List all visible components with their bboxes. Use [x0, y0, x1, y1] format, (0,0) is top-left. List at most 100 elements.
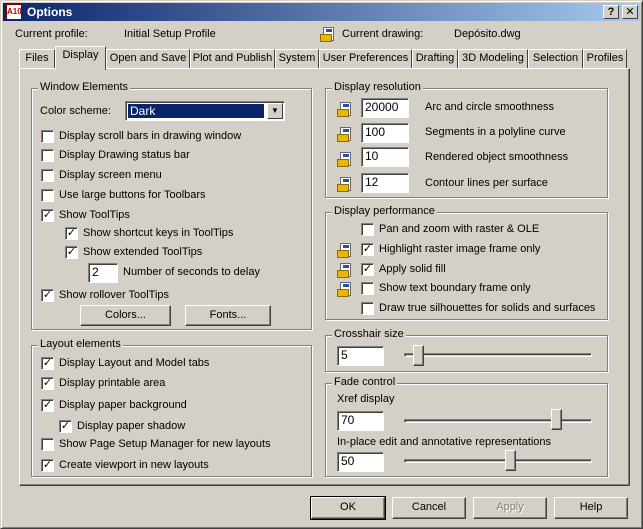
screen-menu-label: Display screen menu: [59, 169, 162, 181]
display-performance-title: Display performance: [332, 205, 437, 217]
polyline-segments-label: Segments in a polyline curve: [425, 126, 566, 138]
paper-background-label: Display paper background: [59, 399, 187, 411]
paper-background-checkbox[interactable]: ✓: [41, 399, 54, 412]
printable-area-checkbox[interactable]: ✓: [41, 377, 54, 390]
shortcut-keys-tooltips-label: Show shortcut keys in ToolTips: [83, 227, 234, 239]
create-viewport-checkbox[interactable]: ✓: [41, 459, 54, 472]
drawing-saved-icon: [337, 102, 353, 118]
contour-lines-input[interactable]: 12: [361, 173, 409, 193]
inplace-edit-slider[interactable]: [504, 450, 516, 471]
xref-display-slider[interactable]: [550, 409, 562, 430]
fonts-button[interactable]: Fonts...: [185, 305, 271, 326]
arc-smoothness-label: Arc and circle smoothness: [425, 101, 554, 113]
tab-3d-modeling[interactable]: 3D Modeling: [458, 49, 528, 68]
solid-fill-checkbox[interactable]: ✓: [361, 263, 374, 276]
tab-plot-and-publish[interactable]: Plot and Publish: [190, 49, 275, 68]
true-silhouettes-checkbox[interactable]: [361, 302, 374, 315]
shortcut-keys-tooltips-checkbox[interactable]: ✓: [65, 227, 78, 240]
page-setup-manager-checkbox[interactable]: [41, 438, 54, 451]
tab-open-and-save[interactable]: Open and Save: [106, 49, 190, 68]
layout-model-tabs-checkbox[interactable]: ✓: [41, 357, 54, 370]
rollover-tooltips-label: Show rollover ToolTips: [59, 289, 170, 301]
create-viewport-label: Create viewport in new layouts: [59, 459, 209, 471]
tab-system[interactable]: System: [275, 49, 319, 68]
drawing-saved-icon: [337, 282, 353, 298]
polyline-segments-input[interactable]: 100: [361, 123, 409, 143]
current-drawing-label: Current drawing:: [342, 28, 424, 40]
tab-selection[interactable]: Selection: [528, 49, 583, 68]
inplace-edit-input[interactable]: 50: [337, 452, 384, 472]
extended-tooltips-label: Show extended ToolTips: [83, 246, 203, 258]
xref-display-label: Xref display: [337, 393, 395, 405]
tab-files[interactable]: Files: [19, 49, 55, 68]
contour-lines-label: Contour lines per surface: [425, 177, 548, 189]
text-boundary-label: Show text boundary frame only: [379, 282, 531, 294]
layout-elements-title: Layout elements: [38, 338, 123, 350]
extended-tooltips-checkbox[interactable]: ✓: [65, 246, 78, 259]
text-boundary-checkbox[interactable]: [361, 282, 374, 295]
scroll-bars-checkbox[interactable]: [41, 130, 54, 143]
colors-button[interactable]: Colors...: [80, 305, 171, 326]
printable-area-label: Display printable area: [59, 377, 166, 389]
tooltip-delay-input[interactable]: 2: [88, 263, 118, 283]
xref-display-input[interactable]: 70: [337, 411, 384, 431]
ok-button[interactable]: OK: [310, 496, 386, 520]
rollover-tooltips-checkbox[interactable]: ✓: [41, 289, 54, 302]
title-bar[interactable]: A10 Options ? ✕: [3, 3, 640, 21]
rendered-smoothness-label: Rendered object smoothness: [425, 151, 569, 163]
display-resolution-title: Display resolution: [332, 81, 423, 93]
window-elements-title: Window Elements: [38, 81, 131, 93]
drawing-saved-icon: [337, 243, 353, 259]
autocad-app-icon: A10: [6, 4, 22, 20]
page-setup-manager-label: Show Page Setup Manager for new layouts: [59, 438, 271, 450]
close-button[interactable]: ✕: [622, 5, 638, 19]
crosshair-size-input[interactable]: 5: [337, 346, 384, 366]
chevron-down-icon[interactable]: ▼: [267, 103, 283, 119]
inplace-edit-label: In-place edit and annotative representat…: [337, 436, 552, 448]
scroll-bars-label: Display scroll bars in drawing window: [59, 130, 242, 142]
drawing-status-bar-checkbox[interactable]: [41, 149, 54, 162]
apply-button[interactable]: Apply: [473, 497, 547, 519]
paper-shadow-checkbox[interactable]: ✓: [59, 420, 72, 433]
drawing-saved-icon: [337, 263, 353, 279]
pan-zoom-raster-label: Pan and zoom with raster & OLE: [379, 223, 540, 235]
drawing-status-bar-label: Display Drawing status bar: [59, 149, 190, 161]
current-profile-value: Initial Setup Profile: [124, 28, 216, 40]
color-scheme-select[interactable]: Dark ▼: [125, 101, 285, 121]
rendered-smoothness-input[interactable]: 10: [361, 147, 409, 167]
crosshair-size-slider[interactable]: [412, 345, 424, 366]
paper-shadow-label: Display paper shadow: [77, 420, 186, 432]
tab-user-preferences[interactable]: User Preferences: [319, 49, 412, 68]
tab-profiles[interactable]: Profiles: [583, 49, 627, 68]
drawing-file-icon: [320, 27, 336, 43]
tab-display[interactable]: Display: [55, 46, 106, 70]
xref-display-track: [404, 419, 592, 423]
large-buttons-checkbox[interactable]: [41, 189, 54, 202]
color-scheme-label: Color scheme:: [40, 105, 111, 117]
current-drawing-value: Depósito.dwg: [454, 28, 521, 40]
large-buttons-label: Use large buttons for Toolbars: [59, 189, 206, 201]
current-profile-label: Current profile:: [15, 28, 88, 40]
highlight-raster-checkbox[interactable]: ✓: [361, 243, 374, 256]
inplace-edit-track: [404, 459, 592, 463]
color-scheme-value: Dark: [128, 104, 264, 118]
crosshair-size-track: [404, 353, 592, 357]
solid-fill-label: Apply solid fill: [379, 263, 446, 275]
window-title: Options: [27, 5, 73, 19]
layout-model-tabs-label: Display Layout and Model tabs: [59, 357, 210, 369]
screen-menu-checkbox[interactable]: [41, 169, 54, 182]
drawing-saved-icon: [337, 127, 353, 143]
tab-drafting[interactable]: Drafting: [412, 49, 458, 68]
help-title-button[interactable]: ?: [603, 5, 619, 19]
tooltip-delay-label: Number of seconds to delay: [123, 266, 260, 278]
pan-zoom-raster-checkbox[interactable]: [361, 223, 374, 236]
help-button[interactable]: Help: [554, 497, 628, 519]
true-silhouettes-label: Draw true silhouettes for solids and sur…: [379, 302, 596, 314]
options-dialog: A10 Options ? ✕ Current profile: Initial…: [0, 0, 643, 529]
arc-smoothness-input[interactable]: 20000: [361, 98, 409, 118]
drawing-saved-icon: [337, 152, 353, 168]
crosshair-size-title: Crosshair size: [332, 328, 406, 340]
show-tooltips-label: Show ToolTips: [59, 209, 130, 221]
show-tooltips-checkbox[interactable]: ✓: [41, 209, 54, 222]
cancel-button[interactable]: Cancel: [392, 497, 466, 519]
